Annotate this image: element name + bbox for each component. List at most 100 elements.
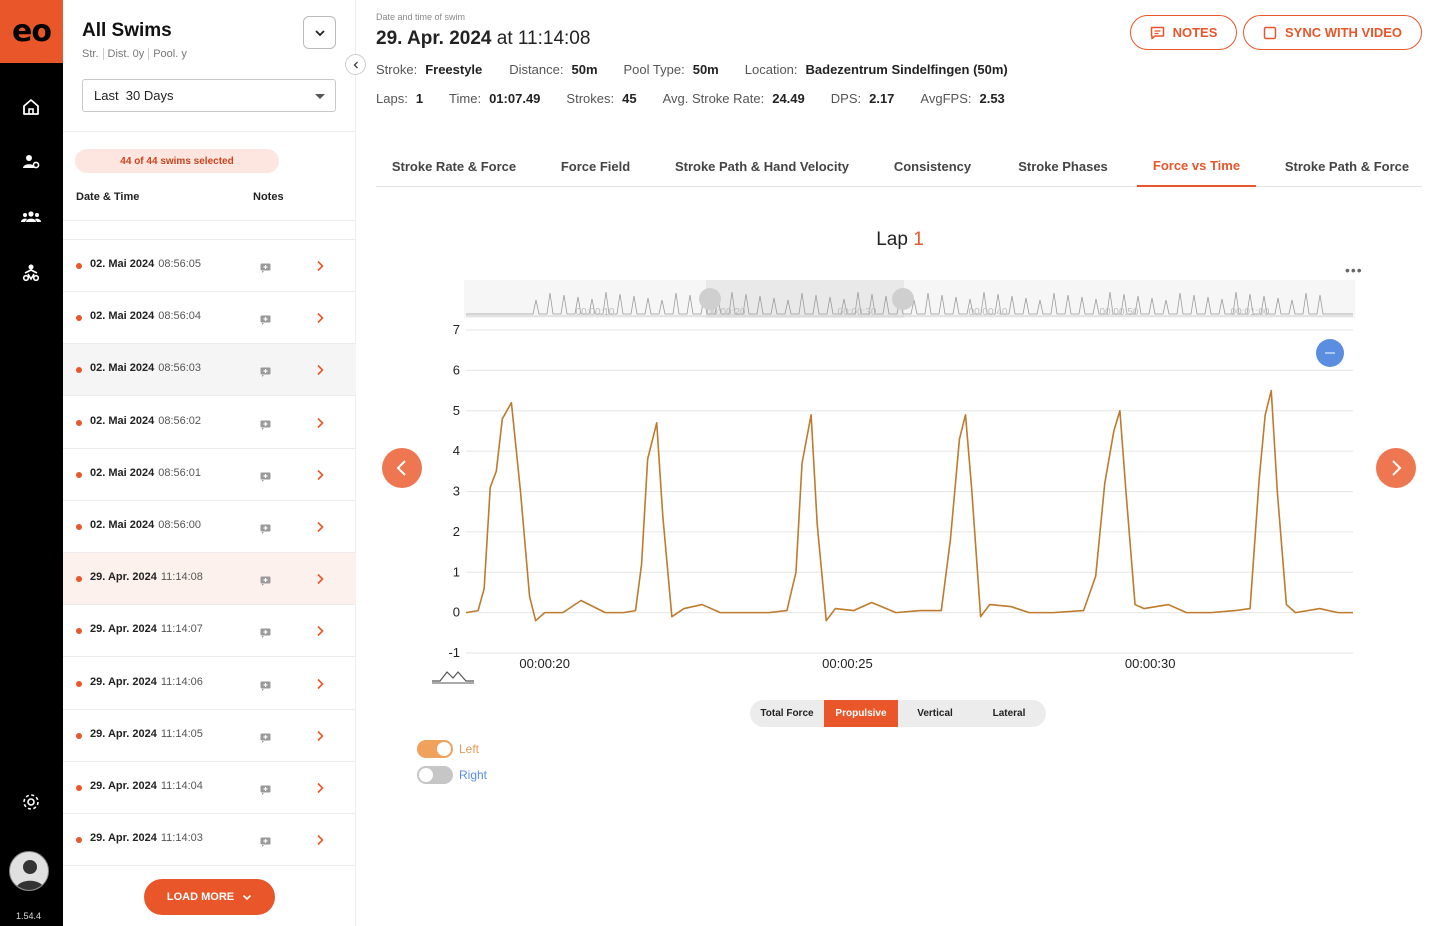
tab-force-field[interactable]: Force Field: [540, 145, 651, 187]
sync-with-video-button[interactable]: SYNC WITH VIDEO: [1243, 15, 1422, 50]
note-icon[interactable]: [260, 678, 271, 696]
note-icon[interactable]: [260, 573, 271, 591]
load-more-button[interactable]: LOAD MORE: [144, 879, 275, 915]
swim-time-label: 08:56:02: [158, 414, 202, 427]
next-button[interactable]: [1376, 448, 1416, 488]
chart-svg[interactable]: 00:00:10 00:00:20 00:00:30 00:00:40 00:00:50…: [420, 276, 1370, 686]
option-vertical[interactable]: Vertical: [898, 700, 972, 727]
stroke-rate-value: 24.49: [772, 91, 805, 106]
list-item[interactable]: 02. Mai 2024 08:56:03: [63, 344, 356, 397]
chevron-right-icon[interactable]: [316, 729, 324, 747]
list-item[interactable]: 02. Mai 2024 08:56:02: [63, 397, 356, 449]
avatar[interactable]: [9, 851, 49, 891]
right-hand-toggle[interactable]: [417, 766, 453, 784]
date-range-select[interactable]: Last 30 Days: [82, 79, 336, 112]
left-hand-toggle[interactable]: [417, 740, 453, 758]
overview-handle-left: [699, 288, 721, 310]
panel-title: All Swims: [82, 20, 172, 41]
chevron-right-icon[interactable]: [316, 259, 324, 277]
x-tick-label: 00:00:20: [519, 656, 570, 671]
note-icon[interactable]: [260, 782, 271, 800]
list-item[interactable]: 29. Apr. 2024 11:14:04: [63, 762, 356, 814]
note-icon[interactable]: [260, 834, 271, 852]
pool-value: 50m: [692, 62, 719, 77]
nav-rail: eo 1.54.4: [0, 0, 63, 926]
tab-stroke-path-force[interactable]: Stroke Path & Force: [1272, 145, 1422, 187]
swim-time-label: 11:14:08: [160, 571, 203, 584]
swim-date-label: 29. Apr. 2024 11:14:03: [90, 832, 203, 845]
option-propulsive[interactable]: Propulsive: [824, 700, 898, 727]
y-tick-label: 0: [453, 605, 460, 620]
settings-icon[interactable]: [19, 790, 43, 814]
list-item[interactable]: 29. Apr. 2024 11:14:03: [63, 814, 356, 867]
list-item[interactable]: 29. Apr. 2024 11:14:07: [63, 605, 356, 658]
chevron-right-icon[interactable]: [316, 311, 324, 329]
note-icon[interactable]: [260, 364, 271, 382]
swim-time-label: 08:56:04: [158, 310, 202, 323]
tab-stroke-phases[interactable]: Stroke Phases: [1006, 145, 1120, 187]
swim-date-label: 02. Mai 2024 08:56:03: [90, 362, 202, 375]
chevron-left-icon: [396, 460, 406, 476]
list-item[interactable]: 29. Apr. 2024 11:14:08: [63, 553, 356, 606]
filter-stroke: Str.: [82, 48, 104, 60]
series-line-left: [465, 389, 1353, 622]
note-icon[interactable]: [260, 469, 271, 487]
list-item[interactable]: 29. Apr. 2024 11:14:06: [63, 658, 356, 710]
group-icon[interactable]: [19, 205, 43, 229]
note-icon[interactable]: [260, 625, 271, 643]
tab-force-vs-time[interactable]: Force vs Time: [1137, 145, 1256, 187]
chevron-right-icon[interactable]: [316, 781, 324, 799]
dps-value: 2.17: [869, 91, 895, 106]
y-tick-label: 6: [453, 362, 460, 377]
toggle-knob: [419, 768, 433, 782]
logo-text: eo: [12, 14, 52, 49]
chevron-right-icon[interactable]: [316, 468, 324, 486]
sync-label: SYNC WITH VIDEO: [1284, 25, 1402, 40]
chevron-right-icon[interactable]: [316, 416, 324, 434]
tab-stroke-path-hand-velocity[interactable]: Stroke Path & Hand Velocity: [664, 145, 860, 187]
previous-button[interactable]: [382, 448, 422, 488]
list-item[interactable]: 02. Mai 2024 08:56:05: [63, 240, 356, 292]
stroke-value: Freestyle: [425, 62, 483, 77]
user-settings-icon[interactable]: [19, 150, 43, 174]
chevron-right-icon[interactable]: [316, 624, 324, 642]
swim-time-label: 11:14:05: [160, 727, 203, 740]
collapse-panel-button[interactable]: [345, 54, 366, 75]
note-icon[interactable]: [260, 260, 271, 278]
y-tick-label: 2: [453, 524, 460, 539]
column-header-date[interactable]: Date & Time: [76, 191, 139, 203]
note-icon[interactable]: [260, 312, 271, 330]
list-item[interactable]: 29. Apr. 2024 11:14:05: [63, 710, 356, 762]
status-dot: [76, 680, 82, 687]
list-item[interactable]: 02. Mai 2024 08:56:01: [63, 449, 356, 501]
chevron-right-icon[interactable]: [316, 363, 324, 381]
logo[interactable]: eo: [0, 0, 63, 63]
waveform-icon: [432, 671, 474, 682]
notes-button[interactable]: NOTES: [1130, 15, 1237, 50]
chevron-right-icon[interactable]: [316, 833, 324, 851]
y-tick-label: -1: [448, 645, 460, 660]
force-vs-time-chart[interactable]: 00:00:10 00:00:20 00:00:30 00:00:40 00:00:50…: [420, 276, 1370, 686]
selection-badge[interactable]: 44 of 44 swims selected: [75, 149, 279, 173]
option-total-force[interactable]: Total Force: [750, 700, 824, 727]
column-header-notes[interactable]: Notes: [253, 191, 284, 203]
note-icon[interactable]: [260, 521, 271, 539]
chevron-right-icon[interactable]: [316, 520, 324, 538]
list-item[interactable]: 02. Mai 2024 08:56:04: [63, 292, 356, 345]
swimmers-icon[interactable]: [19, 261, 43, 285]
status-dot: [76, 263, 82, 269]
home-icon[interactable]: [19, 95, 43, 119]
status-dot: [76, 732, 82, 739]
filter-dropdown-button[interactable]: [303, 16, 336, 49]
swim-time-label: 08:56:00: [158, 519, 202, 531]
note-icon[interactable]: [260, 730, 271, 748]
chevron-right-icon[interactable]: [316, 572, 324, 590]
note-icon[interactable]: [260, 417, 271, 435]
chevron-right-icon[interactable]: [316, 677, 324, 695]
list-item[interactable]: 02. Mai 2024 08:56:00: [63, 501, 356, 553]
swim-date-label: 29. Apr. 2024 11:14:06: [90, 675, 203, 688]
tab-consistency[interactable]: Consistency: [877, 145, 988, 187]
option-lateral[interactable]: Lateral: [972, 700, 1046, 727]
swim-date-label: 02. Mai 2024 08:56:02: [90, 414, 202, 427]
tab-stroke-rate-force[interactable]: Stroke Rate & Force: [376, 145, 532, 187]
